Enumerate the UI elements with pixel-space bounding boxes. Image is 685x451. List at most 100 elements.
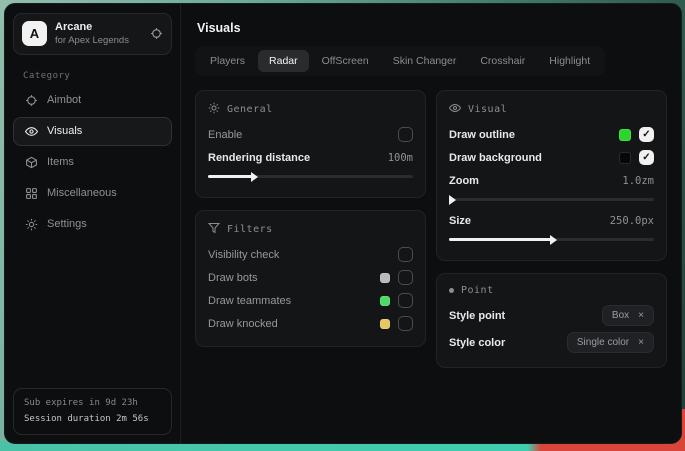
sidebar-item-label: Miscellaneous (47, 187, 117, 199)
general-panel: General Enable Rendering distance 100m (195, 90, 426, 198)
zoom-value: 1.0zm (622, 175, 654, 187)
size-label: Size (449, 215, 602, 227)
visibility-check-label: Visibility check (208, 249, 390, 261)
sidebar-item-label: Aimbot (47, 94, 81, 106)
sidebar-item-label: Items (47, 156, 74, 168)
visibility-check-checkbox[interactable] (398, 247, 413, 262)
rendering-distance-slider[interactable] (208, 170, 413, 182)
game-backdrop: A Arcane for Apex Legends Category (0, 0, 685, 451)
filter-icon (208, 222, 220, 237)
zoom-label: Zoom (449, 175, 614, 187)
draw-outline-label: Draw outline (449, 129, 611, 141)
brand-card: A Arcane for Apex Legends (13, 13, 172, 55)
target-icon (25, 94, 38, 107)
style-point-value: Box (612, 310, 629, 321)
crosshair-icon[interactable] (150, 27, 163, 40)
panels-area: General Enable Rendering distance 100m (181, 76, 681, 368)
slider-thumb[interactable] (550, 235, 557, 245)
style-color-value: Single color (577, 337, 629, 348)
panel-title: General (227, 104, 273, 115)
style-point-select[interactable]: Box × (602, 305, 654, 326)
sidebar-item-label: Visuals (47, 125, 82, 137)
sidebar: A Arcane for Apex Legends Category (5, 4, 181, 443)
app-title: Arcane (55, 21, 142, 35)
draw-knocked-color-swatch[interactable] (380, 319, 390, 329)
draw-knocked-label: Draw knocked (208, 318, 372, 330)
grid-icon (25, 187, 38, 200)
dot-icon (449, 288, 454, 293)
app-logo: A (22, 21, 47, 46)
size-row: Size 250.0px (449, 209, 654, 232)
style-color-select[interactable]: Single color × (567, 332, 654, 353)
sidebar-item-miscellaneous[interactable]: Miscellaneous (13, 179, 172, 208)
clear-icon[interactable]: × (638, 337, 644, 348)
point-panel: Point Style point Box × Style color (436, 273, 667, 368)
draw-teammates-label: Draw teammates (208, 295, 372, 307)
eye-icon (449, 102, 461, 117)
tab-highlight[interactable]: Highlight (538, 50, 601, 72)
style-color-row: Style color Single color × (449, 329, 654, 356)
draw-teammates-checkbox[interactable] (398, 293, 413, 308)
app-subtitle: for Apex Legends (55, 35, 142, 47)
draw-background-label: Draw background (449, 152, 611, 164)
panel-title: Point (461, 285, 494, 296)
enable-checkbox[interactable] (398, 127, 413, 142)
style-point-label: Style point (449, 310, 594, 322)
slider-thumb[interactable] (449, 195, 456, 205)
rendering-distance-row: Rendering distance 100m (208, 146, 413, 169)
rendering-distance-value: 100m (388, 152, 413, 164)
rendering-distance-label: Rendering distance (208, 152, 380, 164)
zoom-slider[interactable] (449, 193, 654, 205)
sidebar-item-visuals[interactable]: Visuals (13, 117, 172, 146)
sidebar-nav: Aimbot Visuals Ite (5, 85, 180, 240)
size-value: 250.0px (610, 215, 654, 227)
draw-outline-checkbox[interactable] (639, 127, 654, 142)
draw-outline-color-swatch[interactable] (619, 129, 631, 141)
draw-outline-row: Draw outline (449, 123, 654, 146)
clear-icon[interactable]: × (638, 310, 644, 321)
sidebar-item-settings[interactable]: Settings (13, 210, 172, 239)
draw-teammates-color-swatch[interactable] (380, 296, 390, 306)
draw-teammates-row: Draw teammates (208, 289, 413, 312)
category-label: Category (23, 71, 180, 81)
sidebar-item-label: Settings (47, 218, 87, 230)
main-content: Visuals Players Radar OffScreen Skin Cha… (181, 4, 681, 443)
panel-title: Visual (468, 104, 507, 115)
size-slider[interactable] (449, 233, 654, 245)
style-color-label: Style color (449, 337, 559, 349)
panel-title: Filters (227, 224, 273, 235)
arcane-menu-window: A Arcane for Apex Legends Category (4, 3, 682, 444)
page-title: Visuals (181, 4, 681, 46)
box-icon (25, 156, 38, 169)
sub-expiry-text: Sub expires in 9d 23h (24, 396, 161, 411)
eye-icon (25, 125, 38, 138)
session-duration-text: Session duration 2m 56s (24, 412, 161, 427)
draw-knocked-row: Draw knocked (208, 312, 413, 335)
visibility-check-row: Visibility check (208, 243, 413, 266)
sidebar-item-aimbot[interactable]: Aimbot (13, 86, 172, 115)
tab-skin-changer[interactable]: Skin Changer (382, 50, 468, 72)
sidebar-item-items[interactable]: Items (13, 148, 172, 177)
draw-bots-checkbox[interactable] (398, 270, 413, 285)
tab-radar[interactable]: Radar (258, 50, 309, 72)
enable-row: Enable (208, 123, 413, 146)
draw-knocked-checkbox[interactable] (398, 316, 413, 331)
visuals-tabbar: Players Radar OffScreen Skin Changer Cro… (195, 46, 605, 76)
tab-offscreen[interactable]: OffScreen (311, 50, 380, 72)
visual-panel: Visual Draw outline Draw background (436, 90, 667, 261)
slider-thumb[interactable] (251, 172, 258, 182)
draw-background-checkbox[interactable] (639, 150, 654, 165)
subscription-info: Sub expires in 9d 23h Session duration 2… (13, 388, 172, 435)
tab-players[interactable]: Players (199, 50, 256, 72)
tab-crosshair[interactable]: Crosshair (469, 50, 536, 72)
zoom-row: Zoom 1.0zm (449, 169, 654, 192)
enable-label: Enable (208, 129, 390, 141)
filters-panel: Filters Visibility check Draw bots (195, 210, 426, 347)
style-point-row: Style point Box × (449, 302, 654, 329)
draw-bots-row: Draw bots (208, 266, 413, 289)
gear-icon (25, 218, 38, 231)
draw-background-color-swatch[interactable] (619, 152, 631, 164)
gear-icon (208, 102, 220, 117)
draw-bots-color-swatch[interactable] (380, 273, 390, 283)
draw-background-row: Draw background (449, 146, 654, 169)
